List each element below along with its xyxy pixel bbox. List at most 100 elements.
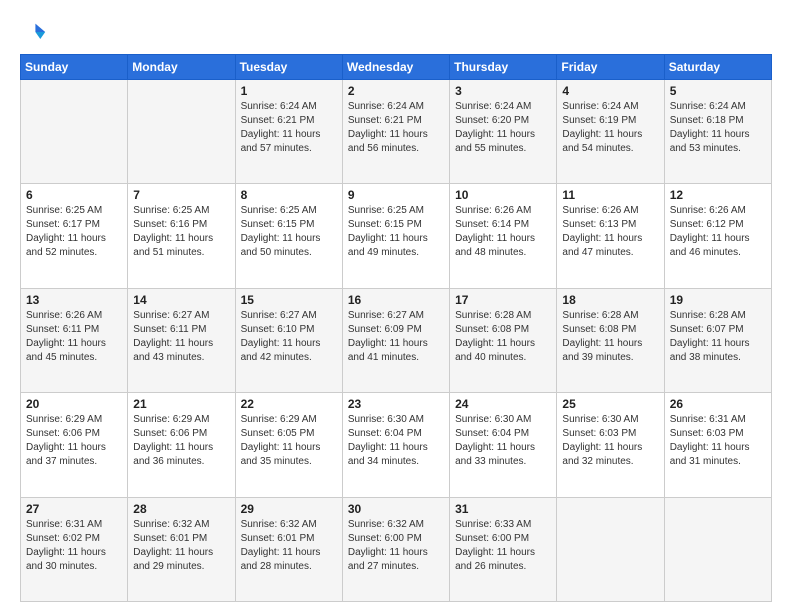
day-number: 30 bbox=[348, 502, 444, 516]
calendar-cell: 14 Sunrise: 6:27 AM Sunset: 6:11 PM Dayli… bbox=[128, 288, 235, 392]
calendar-cell: 22Sunrise: 6:29 AM Sunset: 6:05 PM Dayli… bbox=[235, 393, 342, 497]
calendar-cell: 16 Sunrise: 6:27 AM Sunset: 6:09 PM Dayli… bbox=[342, 288, 449, 392]
day-number: 23 bbox=[348, 397, 444, 411]
day-number: 7 bbox=[133, 188, 229, 202]
calendar-cell bbox=[21, 80, 128, 184]
calendar-cell: 8 Sunrise: 6:25 AM Sunset: 6:15 PM Daylig… bbox=[235, 184, 342, 288]
calendar-cell: 17 Sunrise: 6:28 AM Sunset: 6:08 PM Dayli… bbox=[450, 288, 557, 392]
calendar-cell: 10 Sunrise: 6:26 AM Sunset: 6:14 PM Dayli… bbox=[450, 184, 557, 288]
calendar-header-thursday: Thursday bbox=[450, 55, 557, 80]
logo bbox=[20, 18, 52, 46]
day-info: Sunrise: 6:25 AM Sunset: 6:16 PM Dayligh… bbox=[133, 204, 229, 260]
day-info: Sunrise: 6:30 AM Sunset: 6:04 PM Dayligh… bbox=[455, 413, 551, 469]
calendar-cell: 4 Sunrise: 6:24 AM Sunset: 6:19 PM Daylig… bbox=[557, 80, 664, 184]
day-info: Sunrise: 6:25 AM Sunset: 6:17 PM Dayligh… bbox=[26, 204, 122, 260]
day-info: Sunrise: 6:25 AM Sunset: 6:15 PM Dayligh… bbox=[348, 204, 444, 260]
day-info: Sunrise: 6:28 AM Sunset: 6:07 PM Dayligh… bbox=[670, 309, 766, 365]
calendar-cell: 31 Sunrise: 6:33 AM Sunset: 6:00 PM Dayli… bbox=[450, 497, 557, 601]
day-number: 4 bbox=[562, 84, 658, 98]
day-info: Sunrise: 6:29 AM Sunset: 6:06 PM Dayligh… bbox=[26, 413, 122, 469]
day-number: 19 bbox=[670, 293, 766, 307]
day-number: 6 bbox=[26, 188, 122, 202]
day-number: 3 bbox=[455, 84, 551, 98]
calendar-cell: 3Sunrise: 6:24 AM Sunset: 6:20 PM Daylig… bbox=[450, 80, 557, 184]
day-info: Sunrise: 6:32 AM Sunset: 6:01 PM Dayligh… bbox=[241, 518, 337, 574]
calendar-header-friday: Friday bbox=[557, 55, 664, 80]
page: SundayMondayTuesdayWednesdayThursdayFrid… bbox=[0, 0, 792, 612]
day-number: 11 bbox=[562, 188, 658, 202]
calendar-cell bbox=[557, 497, 664, 601]
calendar-cell: 20Sunrise: 6:29 AM Sunset: 6:06 PM Dayli… bbox=[21, 393, 128, 497]
calendar-cell: 9 Sunrise: 6:25 AM Sunset: 6:15 PM Daylig… bbox=[342, 184, 449, 288]
calendar-week-4: 20Sunrise: 6:29 AM Sunset: 6:06 PM Dayli… bbox=[21, 393, 772, 497]
day-number: 9 bbox=[348, 188, 444, 202]
day-info: Sunrise: 6:30 AM Sunset: 6:03 PM Dayligh… bbox=[562, 413, 658, 469]
day-number: 14 bbox=[133, 293, 229, 307]
calendar-cell: 30 Sunrise: 6:32 AM Sunset: 6:00 PM Dayli… bbox=[342, 497, 449, 601]
day-info: Sunrise: 6:27 AM Sunset: 6:11 PM Dayligh… bbox=[133, 309, 229, 365]
day-number: 2 bbox=[348, 84, 444, 98]
day-info: Sunrise: 6:27 AM Sunset: 6:09 PM Dayligh… bbox=[348, 309, 444, 365]
day-number: 26 bbox=[670, 397, 766, 411]
day-info: Sunrise: 6:30 AM Sunset: 6:04 PM Dayligh… bbox=[348, 413, 444, 469]
day-number: 1 bbox=[241, 84, 337, 98]
day-number: 15 bbox=[241, 293, 337, 307]
calendar-cell: 19 Sunrise: 6:28 AM Sunset: 6:07 PM Dayli… bbox=[664, 288, 771, 392]
day-info: Sunrise: 6:29 AM Sunset: 6:06 PM Dayligh… bbox=[133, 413, 229, 469]
day-number: 10 bbox=[455, 188, 551, 202]
day-info: Sunrise: 6:26 AM Sunset: 6:12 PM Dayligh… bbox=[670, 204, 766, 260]
day-info: Sunrise: 6:31 AM Sunset: 6:03 PM Dayligh… bbox=[670, 413, 766, 469]
logo-icon bbox=[20, 18, 48, 46]
calendar-cell: 12 Sunrise: 6:26 AM Sunset: 6:12 PM Dayli… bbox=[664, 184, 771, 288]
day-info: Sunrise: 6:27 AM Sunset: 6:10 PM Dayligh… bbox=[241, 309, 337, 365]
day-number: 8 bbox=[241, 188, 337, 202]
calendar: SundayMondayTuesdayWednesdayThursdayFrid… bbox=[20, 54, 772, 602]
calendar-cell: 7 Sunrise: 6:25 AM Sunset: 6:16 PM Daylig… bbox=[128, 184, 235, 288]
calendar-cell: 13 Sunrise: 6:26 AM Sunset: 6:11 PM Dayli… bbox=[21, 288, 128, 392]
calendar-cell: 5Sunrise: 6:24 AM Sunset: 6:18 PM Daylig… bbox=[664, 80, 771, 184]
calendar-header-row: SundayMondayTuesdayWednesdayThursdayFrid… bbox=[21, 55, 772, 80]
day-number: 12 bbox=[670, 188, 766, 202]
day-info: Sunrise: 6:26 AM Sunset: 6:14 PM Dayligh… bbox=[455, 204, 551, 260]
day-info: Sunrise: 6:32 AM Sunset: 6:01 PM Dayligh… bbox=[133, 518, 229, 574]
day-info: Sunrise: 6:25 AM Sunset: 6:15 PM Dayligh… bbox=[241, 204, 337, 260]
day-number: 24 bbox=[455, 397, 551, 411]
calendar-header-tuesday: Tuesday bbox=[235, 55, 342, 80]
day-info: Sunrise: 6:33 AM Sunset: 6:00 PM Dayligh… bbox=[455, 518, 551, 574]
day-number: 29 bbox=[241, 502, 337, 516]
day-number: 21 bbox=[133, 397, 229, 411]
header bbox=[20, 18, 772, 46]
day-number: 31 bbox=[455, 502, 551, 516]
calendar-header-monday: Monday bbox=[128, 55, 235, 80]
day-number: 25 bbox=[562, 397, 658, 411]
calendar-cell: 27Sunrise: 6:31 AM Sunset: 6:02 PM Dayli… bbox=[21, 497, 128, 601]
day-info: Sunrise: 6:24 AM Sunset: 6:21 PM Dayligh… bbox=[348, 100, 444, 156]
calendar-header-saturday: Saturday bbox=[664, 55, 771, 80]
calendar-cell: 1 Sunrise: 6:24 AM Sunset: 6:21 PM Daylig… bbox=[235, 80, 342, 184]
day-info: Sunrise: 6:26 AM Sunset: 6:13 PM Dayligh… bbox=[562, 204, 658, 260]
day-number: 13 bbox=[26, 293, 122, 307]
calendar-header-wednesday: Wednesday bbox=[342, 55, 449, 80]
calendar-cell: 18Sunrise: 6:28 AM Sunset: 6:08 PM Dayli… bbox=[557, 288, 664, 392]
calendar-cell: 24 Sunrise: 6:30 AM Sunset: 6:04 PM Dayli… bbox=[450, 393, 557, 497]
day-number: 16 bbox=[348, 293, 444, 307]
calendar-cell: 11 Sunrise: 6:26 AM Sunset: 6:13 PM Dayli… bbox=[557, 184, 664, 288]
day-info: Sunrise: 6:24 AM Sunset: 6:19 PM Dayligh… bbox=[562, 100, 658, 156]
calendar-week-3: 13 Sunrise: 6:26 AM Sunset: 6:11 PM Dayli… bbox=[21, 288, 772, 392]
day-info: Sunrise: 6:32 AM Sunset: 6:00 PM Dayligh… bbox=[348, 518, 444, 574]
calendar-cell: 6 Sunrise: 6:25 AM Sunset: 6:17 PM Daylig… bbox=[21, 184, 128, 288]
calendar-cell bbox=[128, 80, 235, 184]
day-info: Sunrise: 6:28 AM Sunset: 6:08 PM Dayligh… bbox=[455, 309, 551, 365]
calendar-cell: 28Sunrise: 6:32 AM Sunset: 6:01 PM Dayli… bbox=[128, 497, 235, 601]
day-info: Sunrise: 6:26 AM Sunset: 6:11 PM Dayligh… bbox=[26, 309, 122, 365]
calendar-week-1: 1 Sunrise: 6:24 AM Sunset: 6:21 PM Daylig… bbox=[21, 80, 772, 184]
day-info: Sunrise: 6:29 AM Sunset: 6:05 PM Dayligh… bbox=[241, 413, 337, 469]
calendar-cell: 25 Sunrise: 6:30 AM Sunset: 6:03 PM Dayli… bbox=[557, 393, 664, 497]
calendar-cell: 21 Sunrise: 6:29 AM Sunset: 6:06 PM Dayli… bbox=[128, 393, 235, 497]
day-number: 17 bbox=[455, 293, 551, 307]
day-info: Sunrise: 6:28 AM Sunset: 6:08 PM Dayligh… bbox=[562, 309, 658, 365]
calendar-cell: 29 Sunrise: 6:32 AM Sunset: 6:01 PM Dayli… bbox=[235, 497, 342, 601]
day-info: Sunrise: 6:31 AM Sunset: 6:02 PM Dayligh… bbox=[26, 518, 122, 574]
day-info: Sunrise: 6:24 AM Sunset: 6:21 PM Dayligh… bbox=[241, 100, 337, 156]
calendar-week-2: 6 Sunrise: 6:25 AM Sunset: 6:17 PM Daylig… bbox=[21, 184, 772, 288]
